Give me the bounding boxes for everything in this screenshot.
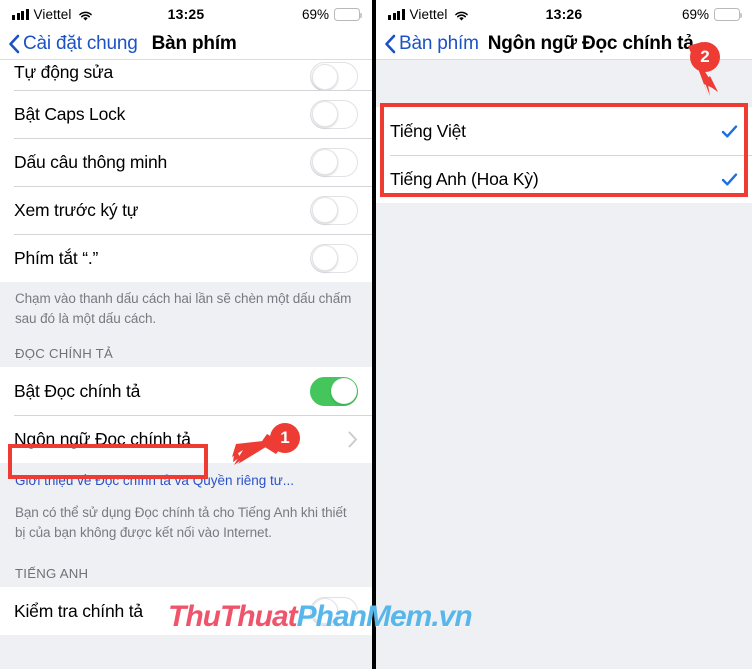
dictation-footnote: Bạn có thể sử dụng Đọc chính tả cho Tiến… (0, 491, 372, 545)
battery-icon (334, 7, 363, 21)
row-tu-dong-sua[interactable]: Tự động sửa (0, 60, 372, 91)
page-title-right: Ngôn ngữ Đọc chính tả (487, 32, 694, 54)
page-title-left: Bàn phím (151, 32, 237, 54)
back-button-keyboard[interactable]: Bàn phím (384, 33, 479, 55)
row-label: Tiếng Việt (390, 120, 466, 141)
chevron-left-icon (384, 34, 396, 54)
keyboard-footnote: Chạm vào thanh dấu cách hai lần sẽ chèn … (0, 282, 372, 331)
keyboard-options-group: Tự động sửa Bật Caps Lock Dấu câu thông … (0, 60, 372, 282)
language-list-group: Tiếng Việt Tiếng Anh (Hoa Kỳ) (376, 107, 752, 203)
status-bar-left: Viettel 13:25 69% (0, 0, 372, 28)
back-button-label: Bàn phím (399, 32, 479, 54)
checkmark-icon (721, 123, 738, 140)
row-label: Tiếng Anh (Hoa Kỳ) (390, 168, 539, 189)
toggle-tu-dong-sua[interactable] (310, 62, 358, 91)
watermark-part-3: .vn (431, 600, 472, 633)
toggle-bat-doc-chinh-ta[interactable] (310, 376, 358, 406)
watermark-part-2: PhanMem (296, 600, 433, 633)
annotation-badge-1: 1 (270, 423, 300, 453)
row-label: Phím tắt “.” (14, 247, 99, 268)
toggle-bat-caps-lock[interactable] (310, 99, 358, 129)
row-bat-doc-chinh-ta[interactable]: Bật Đọc chính tả (0, 367, 372, 416)
dual-screenshot: Viettel 13:25 69% Cài đặt chung Bàn phím (0, 0, 752, 669)
status-bar-right: Viettel 13:26 69% (376, 0, 752, 28)
row-ngon-ngu-doc-chinh-ta[interactable]: Ngôn ngữ Đọc chính tả (0, 415, 372, 464)
right-phone-screen: Viettel 13:26 69% Bàn phím Ngôn ngữ Đọc … (376, 0, 752, 669)
chevron-left-icon (8, 34, 20, 54)
chevron-right-icon (348, 431, 358, 448)
clock-label: 13:26 (545, 6, 583, 22)
row-tieng-viet[interactable]: Tiếng Việt (376, 107, 752, 155)
privacy-link[interactable]: Giới thiệu về Đọc chính tả và Quyền riên… (0, 463, 372, 492)
row-xem-truoc-ky-tu[interactable]: Xem trước ký tự (0, 186, 372, 234)
row-phim-tat[interactable]: Phím tắt “.” (0, 234, 372, 282)
row-label: Dấu câu thông minh (14, 151, 168, 172)
annotation-badge-2: 2 (690, 42, 720, 72)
checkmark-icon (721, 171, 738, 188)
section-header-english: TIẾNG ANH (0, 544, 372, 588)
row-label: Bật Caps Lock (14, 103, 126, 124)
row-label: Xem trước ký tự (14, 199, 139, 220)
watermark-part-1: ThuThuat (168, 600, 298, 633)
row-tieng-anh-hoa-ky[interactable]: Tiếng Anh (Hoa Kỳ) (376, 155, 752, 203)
nav-bar-left: Cài đặt chung Bàn phím (0, 28, 372, 60)
left-phone-screen: Viettel 13:25 69% Cài đặt chung Bàn phím (0, 0, 376, 669)
back-button-general-settings[interactable]: Cài đặt chung (8, 33, 138, 55)
section-header-dictation: ĐỌC CHÍNH TẢ (0, 330, 372, 368)
toggle-phim-tat[interactable] (310, 243, 358, 273)
row-dau-cau-thong-minh[interactable]: Dấu câu thông minh (0, 138, 372, 186)
battery-icon (714, 7, 743, 21)
clock-label: 13:25 (167, 6, 205, 22)
back-button-label: Cài đặt chung (23, 32, 138, 54)
toggle-xem-truoc-ky-tu[interactable] (310, 195, 358, 225)
row-label: Tự động sửa (14, 62, 114, 82)
watermark-logo: ThuThuatPhanMem.vn (168, 600, 473, 634)
toggle-dau-cau-thong-minh[interactable] (310, 147, 358, 177)
row-label: Bật Đọc chính tả (14, 380, 141, 401)
row-bat-caps-lock[interactable]: Bật Caps Lock (0, 90, 372, 138)
dictation-group: Bật Đọc chính tả Ngôn ngữ Đọc chính tả (0, 367, 372, 464)
